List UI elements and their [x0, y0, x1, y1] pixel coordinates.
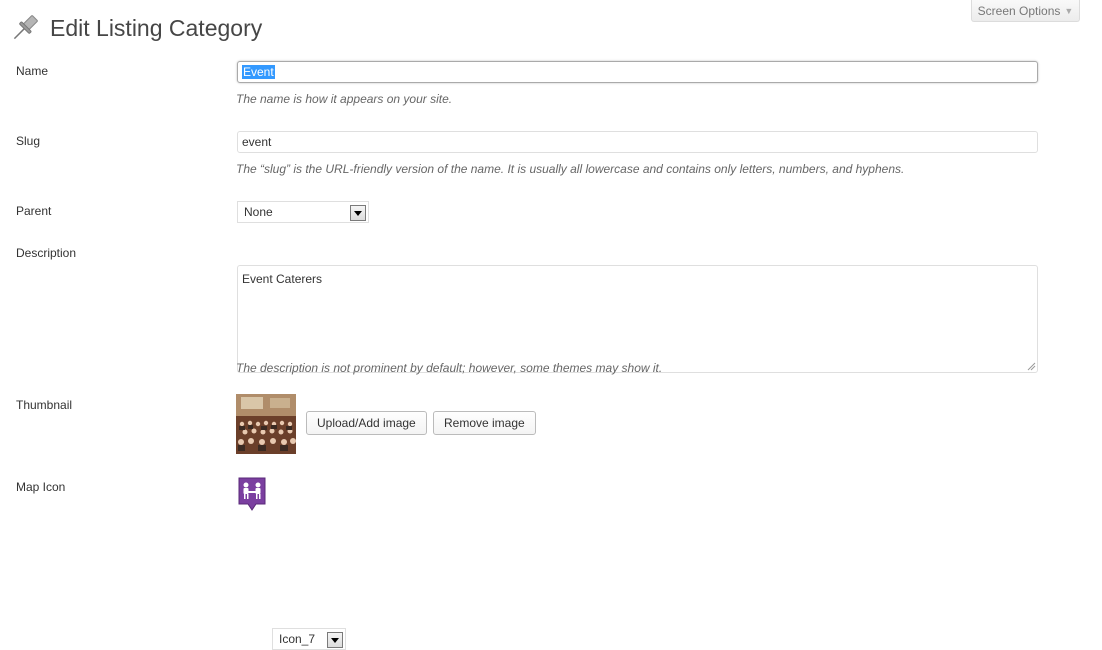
description-textarea[interactable]: Event Caterers [237, 265, 1038, 373]
screen-options-button[interactable]: Screen Options ▼ [971, 0, 1080, 22]
map-icon-select-value: Icon_7 [279, 632, 316, 646]
parent-select[interactable]: None [237, 201, 369, 223]
remove-image-button[interactable]: Remove image [433, 411, 536, 435]
screen-options-label: Screen Options [977, 3, 1061, 18]
description-help: The description is not prominent by defa… [236, 361, 663, 375]
name-input[interactable]: Event [237, 61, 1038, 83]
name-description: The name is how it appears on your site. [236, 92, 453, 106]
slug-description: The “slug” is the URL-friendly version o… [236, 162, 905, 176]
map-icon-label: Map Icon [16, 480, 66, 494]
upload-image-button[interactable]: Upload/Add image [306, 411, 427, 435]
parent-label: Parent [16, 204, 52, 218]
dropdown-arrow-icon [350, 205, 366, 221]
people-group-map-marker-icon [238, 477, 266, 511]
dropdown-arrow-icon [327, 632, 343, 648]
slug-label: Slug [16, 134, 41, 148]
page-title: Edit Listing Category [50, 14, 263, 41]
description-textarea-value: Event Caterers [242, 272, 323, 286]
parent-select-value: None [244, 205, 273, 219]
thumbnail-image [236, 394, 296, 454]
resize-grip-icon[interactable] [1027, 362, 1036, 371]
name-input-value: Event [242, 65, 275, 79]
chevron-down-icon: ▼ [1064, 5, 1074, 16]
slug-input[interactable]: event [237, 131, 1038, 153]
map-icon-select[interactable]: Icon_7 [272, 628, 346, 650]
description-label: Description [16, 246, 77, 260]
page-header: Edit Listing Category [8, 10, 262, 46]
name-label: Name [16, 64, 49, 78]
pushpin-icon [13, 15, 38, 40]
slug-input-value: event [242, 135, 272, 149]
thumbnail-label: Thumbnail [16, 398, 73, 412]
